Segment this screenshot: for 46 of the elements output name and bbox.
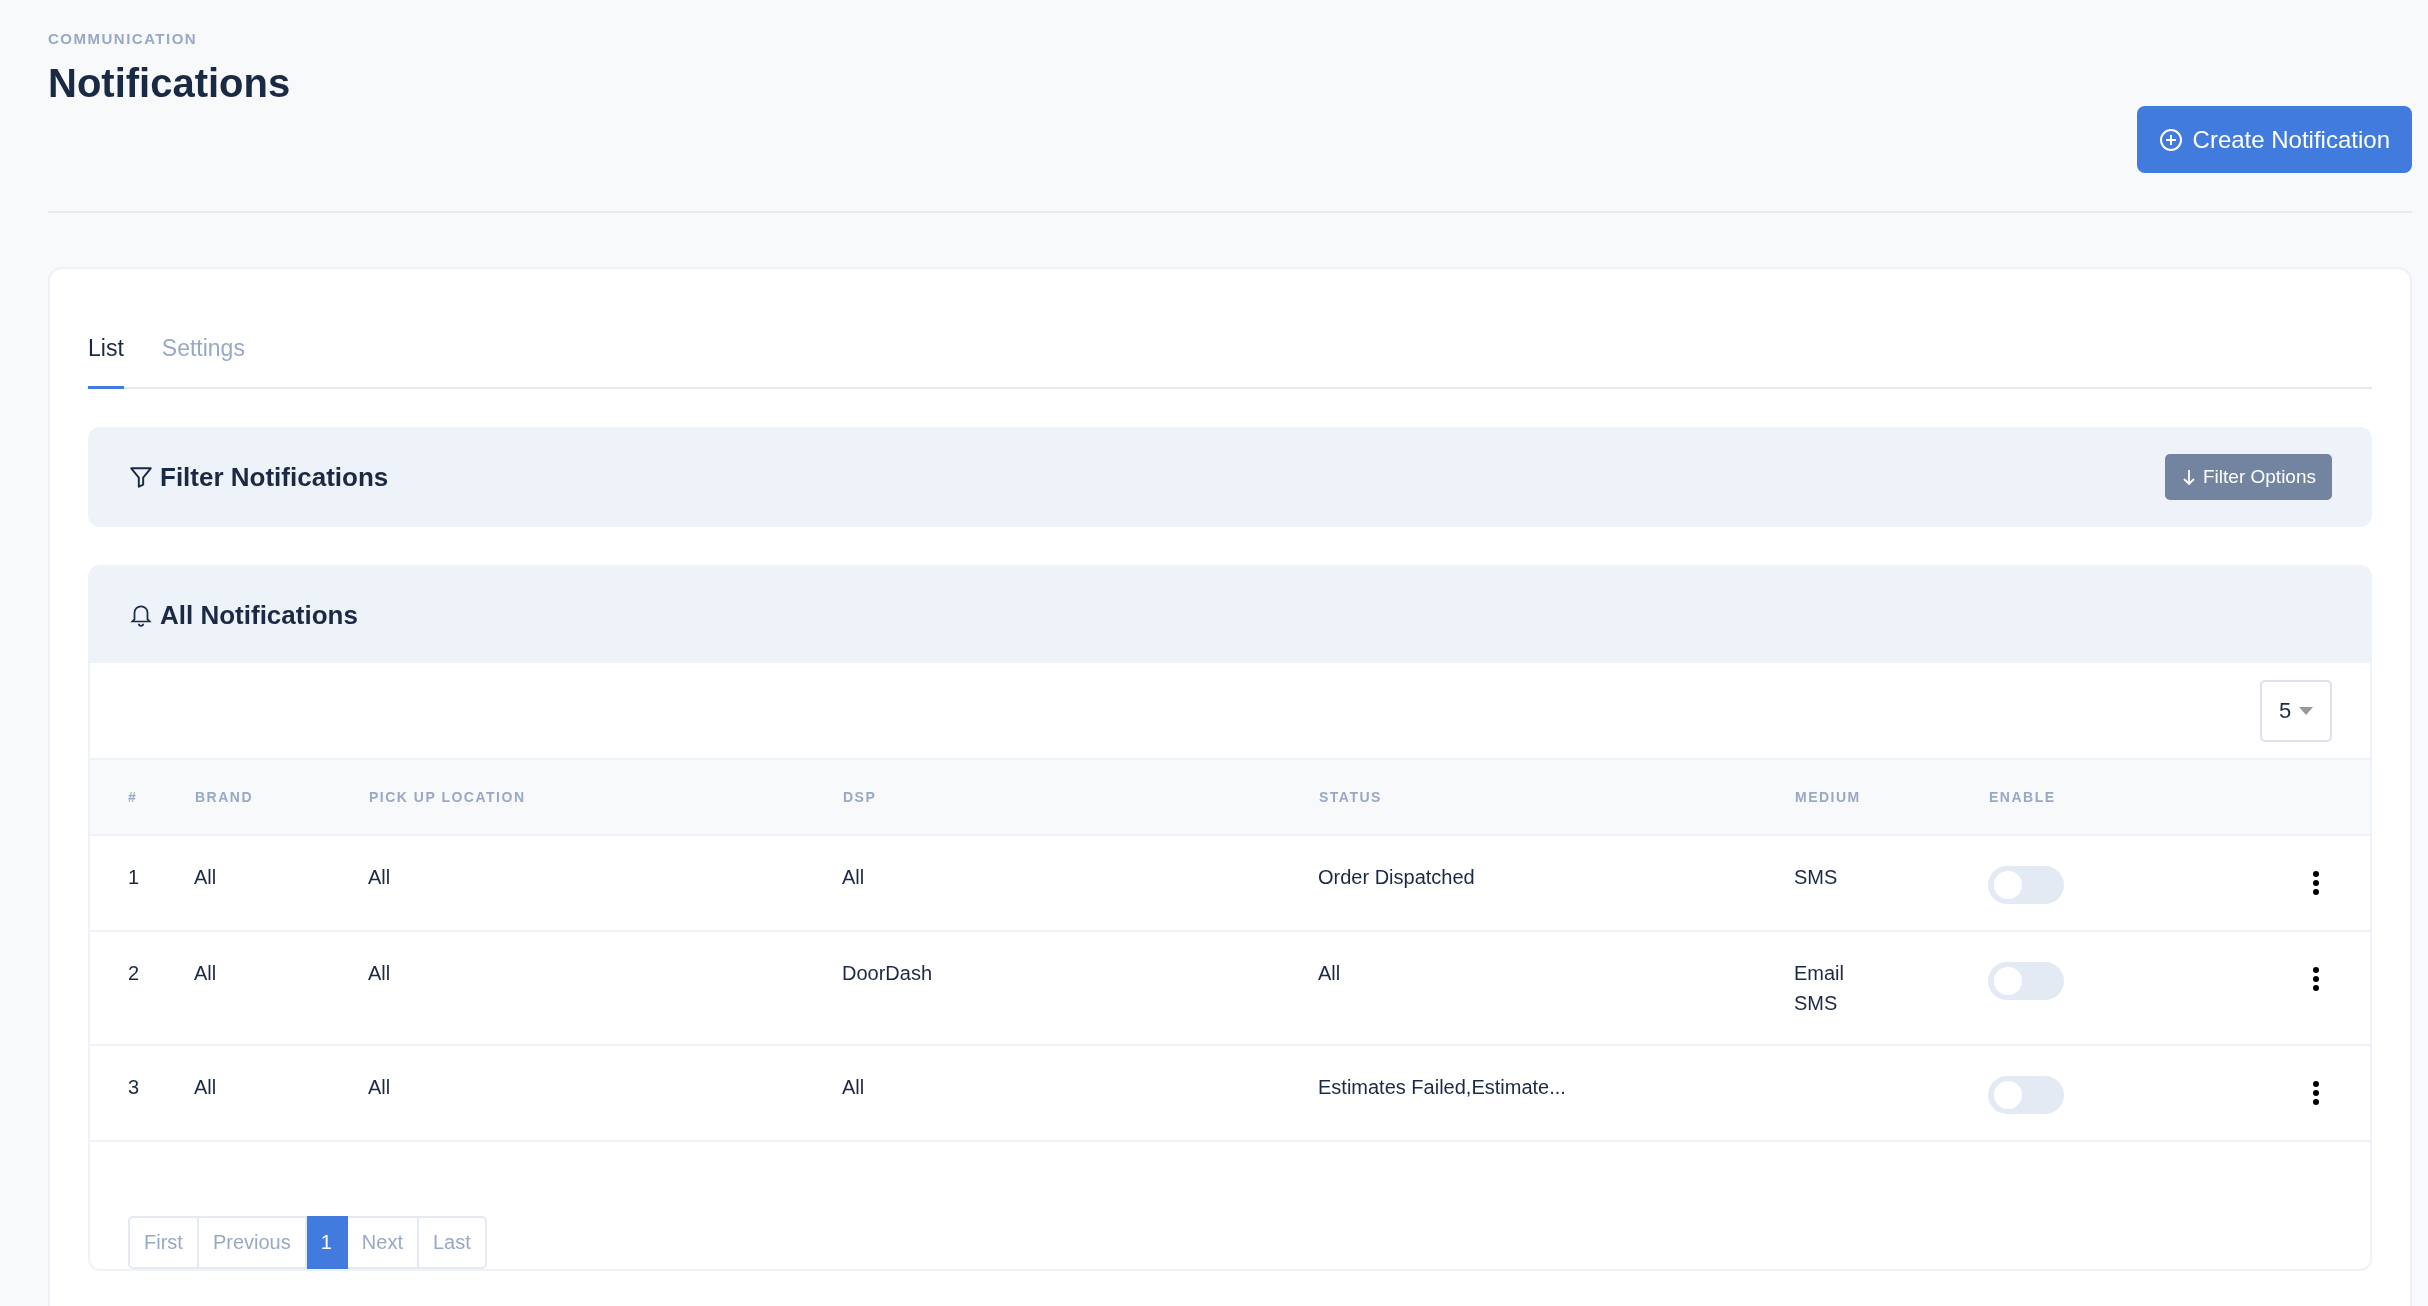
table-cell: 3: [128, 1076, 140, 1098]
enable-toggle[interactable]: [1988, 962, 2064, 1000]
pagination-button[interactable]: Previous: [198, 1216, 307, 1269]
table-cell: DoorDash: [842, 962, 933, 984]
table-cell: All: [1318, 962, 1341, 984]
arrow-down-icon: [2181, 468, 2197, 486]
page-title: Notifications: [48, 61, 291, 106]
column-header: #: [128, 789, 138, 805]
panel-title: All Notifications: [160, 599, 358, 631]
column-header: DSP: [843, 789, 877, 805]
caret-down-icon: [2299, 706, 2314, 715]
table-cell: All: [842, 1076, 865, 1098]
pagination-button[interactable]: 1: [306, 1216, 348, 1269]
column-header: STATUS: [1319, 789, 1382, 805]
table-cell: All: [368, 962, 391, 984]
tab[interactable]: List: [88, 335, 124, 389]
page-size-select[interactable]: 5: [2260, 679, 2332, 742]
column-header: ENABLE: [1989, 789, 2056, 805]
enable-toggle[interactable]: [1988, 866, 2064, 904]
table-cell: All: [368, 866, 391, 888]
column-header: MEDIUM: [1795, 789, 1861, 805]
filter-icon: [128, 464, 154, 490]
table-cell: 2: [128, 962, 140, 984]
table-cell: All: [194, 1076, 217, 1098]
table-cell: All: [194, 962, 217, 984]
table-cell: Estimates Failed,Estimate...: [1318, 1076, 1566, 1098]
panel-title: Filter Notifications: [160, 461, 389, 493]
column-header: BRAND: [195, 789, 254, 805]
table-cell: 1: [128, 866, 140, 888]
table-cell: All: [194, 866, 217, 888]
table-cell-text: Email: [1794, 961, 1845, 986]
enable-toggle[interactable]: [1988, 1076, 2064, 1114]
pagination-button[interactable]: Next: [347, 1216, 419, 1269]
table-cell-text: SMS: [1794, 865, 1839, 890]
table-cell: Order Dispatched: [1318, 866, 1475, 888]
create-notification-button[interactable]: Create Notification: [2136, 106, 2412, 173]
filter-options-button[interactable]: Filter Options: [2165, 454, 2332, 500]
table-cell: All: [842, 866, 865, 888]
column-header: PICK UP LOCATION: [369, 789, 526, 805]
plus-circle-icon: [2158, 127, 2183, 152]
pagination-button[interactable]: Last: [418, 1216, 487, 1269]
pagination-button[interactable]: First: [128, 1216, 199, 1269]
tab[interactable]: Settings: [161, 335, 245, 389]
table-cell: All: [368, 1076, 391, 1098]
table-cell-text: SMS: [1794, 991, 1839, 1016]
page-eyebrow: COMMUNICATION: [48, 30, 199, 47]
